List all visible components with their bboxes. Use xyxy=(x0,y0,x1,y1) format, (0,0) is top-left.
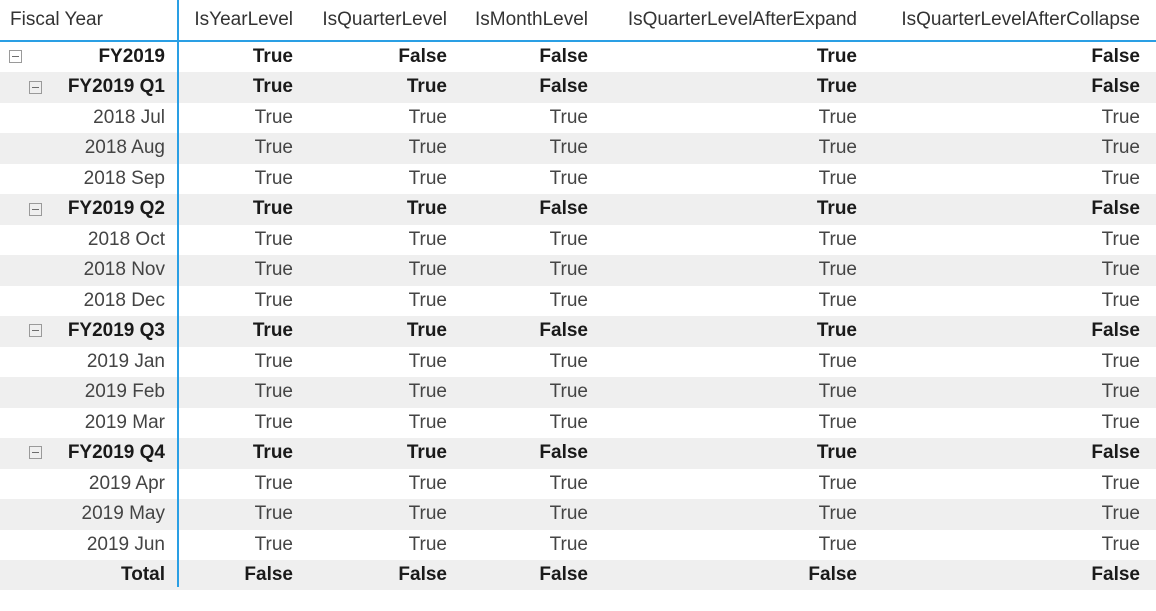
table-row[interactable]: 2018 JulTrueTrueTrueTrueTrue xyxy=(0,103,1156,133)
table-row[interactable]: 2018 OctTrueTrueTrueTrueTrue xyxy=(0,225,1156,255)
cell-is_quarter_level_after_collapse[interactable]: False xyxy=(0,560,1140,590)
cell-is_quarter_level_after_collapse[interactable]: True xyxy=(0,499,1140,529)
table-row[interactable]: 2019 JanTrueTrueTrueTrueTrue xyxy=(0,347,1156,377)
matrix-body: FY2019TrueFalseFalseTrueFalseFY2019 Q1Tr… xyxy=(0,42,1156,611)
table-row[interactable]: 2018 NovTrueTrueTrueTrueTrue xyxy=(0,255,1156,285)
cell-is_quarter_level_after_collapse[interactable]: True xyxy=(0,408,1140,438)
cell-is_quarter_level_after_collapse[interactable]: True xyxy=(0,103,1140,133)
table-row[interactable]: TotalFalseFalseFalseFalseFalse xyxy=(0,560,1156,590)
column-header-is_quarter_level_after_collapse[interactable]: IsQuarterLevelAfterCollapse xyxy=(0,0,1140,40)
cell-is_quarter_level_after_collapse[interactable]: True xyxy=(0,133,1140,163)
cell-is_quarter_level_after_collapse[interactable]: False xyxy=(0,42,1140,72)
cell-is_quarter_level_after_collapse[interactable]: False xyxy=(0,194,1140,224)
cell-is_quarter_level_after_collapse[interactable]: True xyxy=(0,347,1140,377)
cell-is_quarter_level_after_collapse[interactable]: True xyxy=(0,286,1140,316)
row-header-column-separator xyxy=(177,42,179,587)
cell-is_quarter_level_after_collapse[interactable]: False xyxy=(0,72,1140,102)
cell-is_quarter_level_after_collapse[interactable]: False xyxy=(0,438,1140,468)
matrix-visual: Fiscal YearIsYearLevelIsQuarterLevelIsMo… xyxy=(0,0,1156,611)
cell-is_quarter_level_after_collapse[interactable]: True xyxy=(0,255,1140,285)
cell-is_quarter_level_after_collapse[interactable]: True xyxy=(0,377,1140,407)
table-row[interactable]: 2018 AugTrueTrueTrueTrueTrue xyxy=(0,133,1156,163)
table-row[interactable]: 2019 MayTrueTrueTrueTrueTrue xyxy=(0,499,1156,529)
cell-is_quarter_level_after_collapse[interactable]: True xyxy=(0,469,1140,499)
table-row[interactable]: 2019 JunTrueTrueTrueTrueTrue xyxy=(0,530,1156,560)
table-row[interactable]: 2018 DecTrueTrueTrueTrueTrue xyxy=(0,286,1156,316)
cell-is_quarter_level_after_collapse[interactable]: True xyxy=(0,164,1140,194)
table-row[interactable]: 2019 AprTrueTrueTrueTrueTrue xyxy=(0,469,1156,499)
table-row[interactable]: 2019 MarTrueTrueTrueTrueTrue xyxy=(0,408,1156,438)
table-row[interactable]: FY2019TrueFalseFalseTrueFalse xyxy=(0,42,1156,72)
table-row[interactable]: FY2019 Q2TrueTrueFalseTrueFalse xyxy=(0,194,1156,224)
table-row[interactable]: FY2019 Q4TrueTrueFalseTrueFalse xyxy=(0,438,1156,468)
table-row[interactable]: 2018 SepTrueTrueTrueTrueTrue xyxy=(0,164,1156,194)
table-row[interactable]: FY2019 Q1TrueTrueFalseTrueFalse xyxy=(0,72,1156,102)
cell-is_quarter_level_after_collapse[interactable]: False xyxy=(0,316,1140,346)
column-header-row: Fiscal YearIsYearLevelIsQuarterLevelIsMo… xyxy=(0,0,1156,42)
table-row[interactable]: 2019 FebTrueTrueTrueTrueTrue xyxy=(0,377,1156,407)
cell-is_quarter_level_after_collapse[interactable]: True xyxy=(0,225,1140,255)
cell-is_quarter_level_after_collapse[interactable]: True xyxy=(0,530,1140,560)
table-row[interactable]: FY2019 Q3TrueTrueFalseTrueFalse xyxy=(0,316,1156,346)
